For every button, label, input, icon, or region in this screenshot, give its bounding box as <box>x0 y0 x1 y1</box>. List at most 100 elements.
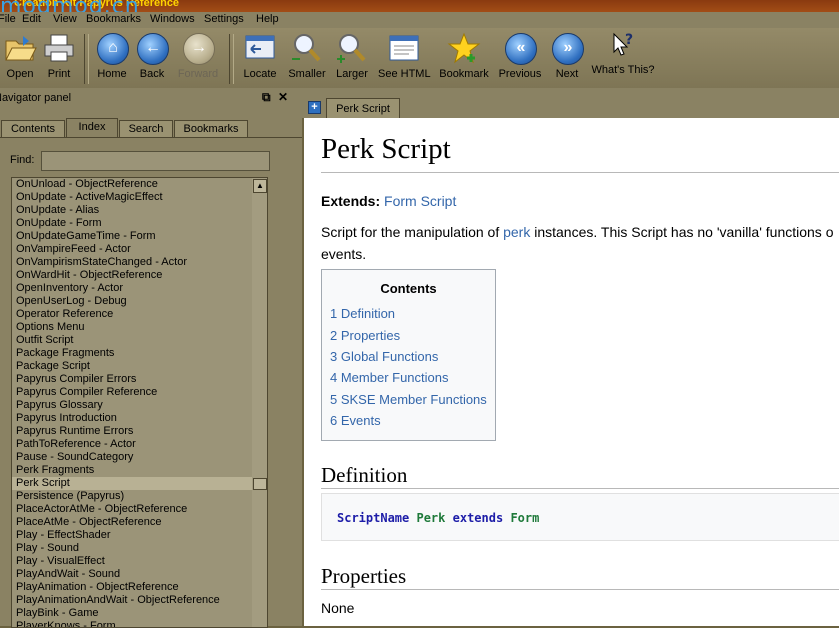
toc-item-properties[interactable]: 2 Properties <box>330 328 400 343</box>
menu-view[interactable]: View <box>53 13 77 25</box>
index-item[interactable]: Perk Script <box>12 477 267 490</box>
form-script-link[interactable]: Form Script <box>384 193 456 209</box>
home-button[interactable]: ⌂ Home <box>94 32 130 86</box>
larger-button[interactable]: Larger <box>333 32 371 86</box>
find-input[interactable] <box>41 151 270 171</box>
navigator-tabs: Contents Index Search Bookmarks <box>0 118 302 138</box>
toc-title: Contents <box>380 281 437 296</box>
content-pane: + Perk Script Perk Script Extends: Form … <box>302 88 839 626</box>
index-item[interactable]: Package Script <box>12 360 267 373</box>
toolbar: Open Print ⌂ Home ← Back → Forward Locat… <box>0 28 839 89</box>
index-item[interactable]: Papyrus Glossary <box>12 399 267 412</box>
menu-file[interactable]: File <box>0 13 16 25</box>
index-item[interactable]: OnUpdate - Alias <box>12 204 267 217</box>
index-item[interactable]: Pause - SoundCategory <box>12 451 267 464</box>
toc-item-member-functions[interactable]: 4 Member Functions <box>330 370 449 385</box>
index-item[interactable]: OnUnload - ObjectReference <box>12 178 267 191</box>
title-rule <box>321 172 839 173</box>
previous-button[interactable]: « Previous <box>498 32 542 86</box>
index-item[interactable]: Options Menu <box>12 321 267 334</box>
index-item[interactable]: OnUpdate - ActiveMagicEffect <box>12 191 267 204</box>
see-html-button[interactable]: See HTML <box>378 32 431 86</box>
index-item[interactable]: PathToReference - Actor <box>12 438 267 451</box>
index-item[interactable]: Persistence (Papyrus) <box>12 490 267 503</box>
menu-edit[interactable]: Edit <box>22 13 41 25</box>
index-item[interactable]: Play - Sound <box>12 542 267 555</box>
index-item[interactable]: PlayerKnows - Form <box>12 620 267 627</box>
index-item[interactable]: OnVampirismStateChanged - Actor <box>12 256 267 269</box>
locate-button[interactable]: Locate <box>240 32 280 86</box>
index-item[interactable]: OnUpdate - Form <box>12 217 267 230</box>
index-item[interactable]: Outfit Script <box>12 334 267 347</box>
printer-icon <box>42 32 76 64</box>
menu-settings[interactable]: Settings <box>204 13 244 25</box>
tab-contents[interactable]: Contents <box>1 120 65 137</box>
toc-item-events[interactable]: 6 Events <box>330 413 381 428</box>
index-item[interactable]: PlayAndWait - Sound <box>12 568 267 581</box>
index-item[interactable]: Play - VisualEffect <box>12 555 267 568</box>
index-item[interactable]: OnVampireFeed - Actor <box>12 243 267 256</box>
smaller-button[interactable]: Smaller <box>287 32 327 86</box>
index-item[interactable]: PlayBink - Game <box>12 607 267 620</box>
tab-index[interactable]: Index <box>66 118 118 138</box>
index-item[interactable]: PlayAnimation - ObjectReference <box>12 581 267 594</box>
tab-divider <box>0 137 302 138</box>
index-item[interactable]: PlaceAtMe - ObjectReference <box>12 516 267 529</box>
folder-open-icon <box>3 32 37 64</box>
index-item[interactable]: Papyrus Introduction <box>12 412 267 425</box>
index-items: OnUnload - ObjectReference OnUpdate - Act… <box>12 178 267 627</box>
tab-search[interactable]: Search <box>119 120 173 137</box>
index-item[interactable]: OpenUserLog - Debug <box>12 295 267 308</box>
table-of-contents: Contents 1 Definition 2 Properties 3 Glo… <box>321 269 496 441</box>
whats-this-icon: ? <box>606 30 640 60</box>
locate-icon <box>243 32 277 64</box>
index-item[interactable]: Play - EffectShader <box>12 529 267 542</box>
page-title: Perk Script <box>321 133 451 165</box>
index-item[interactable]: Papyrus Compiler Errors <box>12 373 267 386</box>
navigator-window-buttons: ⧉ ✕ <box>262 90 288 105</box>
index-list[interactable]: OnUnload - ObjectReference OnUpdate - Act… <box>11 177 268 628</box>
index-item[interactable]: PlayAnimationAndWait - ObjectReference <box>12 594 267 607</box>
find-label: Find: <box>10 154 35 166</box>
close-icon[interactable]: ✕ <box>278 90 288 104</box>
menu-windows[interactable]: Windows <box>150 13 195 25</box>
index-item[interactable]: Papyrus Compiler Reference <box>12 386 267 399</box>
index-item[interactable]: Perk Fragments <box>12 464 267 477</box>
back-button[interactable]: ← Back <box>134 32 170 86</box>
extends-line: Extends: Form Script <box>321 193 456 209</box>
new-tab-icon[interactable]: + <box>308 101 321 114</box>
home-icon: ⌂ <box>95 32 129 65</box>
menu-bookmarks[interactable]: Bookmarks <box>86 13 141 25</box>
toolbar-separator <box>229 34 234 84</box>
forward-arrow-icon: → <box>181 32 215 65</box>
scroll-thumb[interactable] <box>253 478 267 490</box>
float-icon[interactable]: ⧉ <box>262 90 271 104</box>
open-button[interactable]: Open <box>2 32 38 86</box>
toc-item-skse-member-functions[interactable]: 5 SKSE Member Functions <box>330 392 487 407</box>
toc-item-definition[interactable]: 1 Definition <box>330 306 395 321</box>
description: Script for the manipulation of perk inst… <box>321 224 834 262</box>
index-item[interactable]: OnWardHit - ObjectReference <box>12 269 267 282</box>
document-view: Perk Script Extends: Form Script Script … <box>304 118 839 626</box>
properties-heading: Properties <box>321 564 407 588</box>
bookmark-button[interactable]: Bookmark <box>438 32 490 86</box>
tab-bookmarks[interactable]: Bookmarks <box>174 120 248 137</box>
previous-icon: « <box>503 32 537 65</box>
menu-help[interactable]: Help <box>256 13 279 25</box>
print-button[interactable]: Print <box>42 32 76 86</box>
index-item[interactable]: Papyrus Runtime Errors <box>12 425 267 438</box>
perk-link[interactable]: perk <box>503 224 530 240</box>
index-item[interactable]: Operator Reference <box>12 308 267 321</box>
forward-button[interactable]: → Forward <box>175 32 221 86</box>
index-item[interactable]: Package Fragments <box>12 347 267 360</box>
whats-this-button[interactable]: ? What's This? <box>590 30 656 84</box>
index-scrollbar[interactable]: ▲ <box>252 178 267 627</box>
index-item[interactable]: OnUpdateGameTime - Form <box>12 230 267 243</box>
index-item[interactable]: PlaceActorAtMe - ObjectReference <box>12 503 267 516</box>
toc-item-global-functions[interactable]: 3 Global Functions <box>330 349 438 364</box>
scroll-up-icon[interactable]: ▲ <box>253 179 267 193</box>
tab-perk-script[interactable]: Perk Script <box>326 98 400 119</box>
index-item[interactable]: OpenInventory - Actor <box>12 282 267 295</box>
next-icon: » <box>550 32 584 65</box>
next-button[interactable]: » Next <box>549 32 585 86</box>
